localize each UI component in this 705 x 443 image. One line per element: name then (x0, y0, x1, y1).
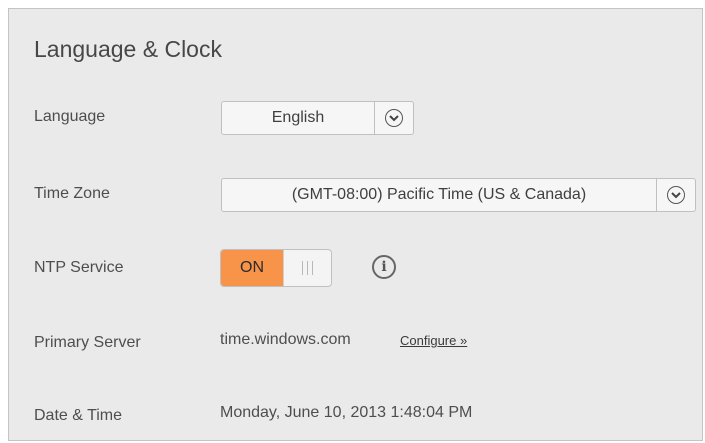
language-clock-panel: Language & Clock Language English Time Z… (8, 8, 703, 441)
toggle-on-label: ON (221, 250, 283, 286)
timezone-label: Time Zone (34, 185, 110, 202)
chevron-down-icon (385, 109, 403, 127)
configure-link[interactable]: Configure » (400, 333, 467, 348)
primary-server-label: Primary Server (34, 334, 141, 351)
timezone-select-value: (GMT-08:00) Pacific Time (US & Canada) (291, 186, 587, 203)
toggle-off-side (283, 250, 331, 286)
date-time-value: Monday, June 10, 2013 1:48:04 PM (220, 404, 473, 421)
chevron-down-icon (667, 186, 685, 204)
info-icon[interactable]: i (372, 255, 396, 279)
language-select-value: English (271, 109, 325, 126)
language-label: Language (34, 108, 106, 125)
section-title: Language & Clock (34, 36, 222, 62)
primary-server-value: time.windows.com (220, 331, 351, 348)
ntp-service-toggle[interactable]: ON (220, 249, 332, 287)
grip-icon (302, 261, 313, 275)
ntp-service-label: NTP Service (34, 259, 124, 276)
timezone-select[interactable]: (GMT-08:00) Pacific Time (US & Canada) (221, 178, 696, 212)
timezone-dropdown-button[interactable] (656, 179, 695, 211)
language-dropdown-button[interactable] (374, 102, 413, 134)
date-time-label: Date & Time (34, 407, 123, 424)
language-select[interactable]: English (221, 101, 414, 135)
